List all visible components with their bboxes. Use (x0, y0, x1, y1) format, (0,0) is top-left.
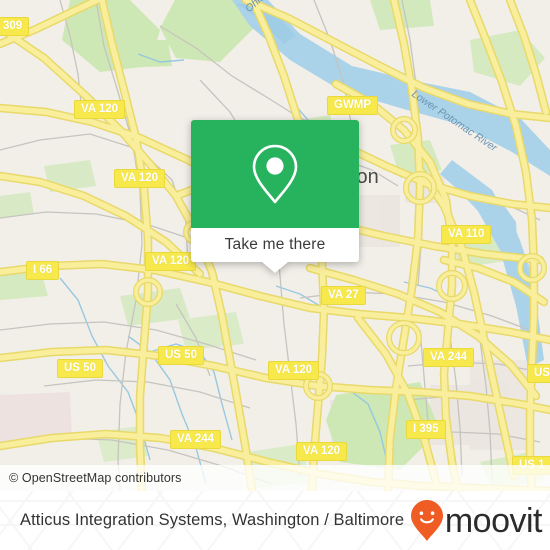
moovit-wordmark: moovit (444, 501, 543, 540)
road-shield[interactable]: I 66 (26, 261, 60, 280)
page-title: Atticus Integration Systems, Washington … (20, 511, 405, 529)
road-shield[interactable]: 309 (0, 17, 30, 36)
road-shield[interactable]: US 1 (527, 364, 550, 383)
map-pin-icon (252, 144, 298, 204)
popup-header (191, 120, 359, 228)
road-shield[interactable]: VA 120 (114, 169, 166, 188)
road-shield[interactable]: US 50 (158, 346, 204, 365)
take-me-there-label: Take me there (224, 236, 326, 253)
footer-content: Atticus Integration Systems, Washington … (0, 499, 550, 543)
road-shield[interactable]: VA 120 (268, 361, 320, 380)
road-shield[interactable]: VA 120 (296, 442, 348, 461)
road-shield[interactable]: US 50 (57, 359, 103, 378)
map-attribution-bar: © OpenStreetMap contributors (0, 465, 550, 491)
road-shield[interactable]: VA 27 (321, 286, 366, 305)
location-popup-card[interactable]: Take me there (191, 120, 359, 273)
screenshot-root: Ohio Canal Lower Potomac River ton 309 V… (0, 0, 550, 550)
popup-pointer (262, 262, 288, 273)
road-shield[interactable]: VA 244 (423, 348, 475, 367)
road-shield[interactable]: VA 110 (441, 225, 492, 244)
road-shield[interactable]: I 395 (406, 420, 446, 439)
road-shield[interactable]: VA 120 (74, 100, 126, 119)
road-shield[interactable]: GWMP (327, 96, 379, 115)
road-shield[interactable]: VA 244 (170, 430, 222, 449)
branding-footer: Atticus Integration Systems, Washington … (0, 491, 550, 550)
moovit-logo[interactable]: moovit (410, 499, 543, 543)
moovit-smiley-pin-icon (410, 499, 443, 541)
popup-footer[interactable]: Take me there (191, 228, 359, 273)
road-shield[interactable]: VA 120 (145, 252, 197, 271)
osm-attribution-text[interactable]: © OpenStreetMap contributors (0, 471, 182, 485)
